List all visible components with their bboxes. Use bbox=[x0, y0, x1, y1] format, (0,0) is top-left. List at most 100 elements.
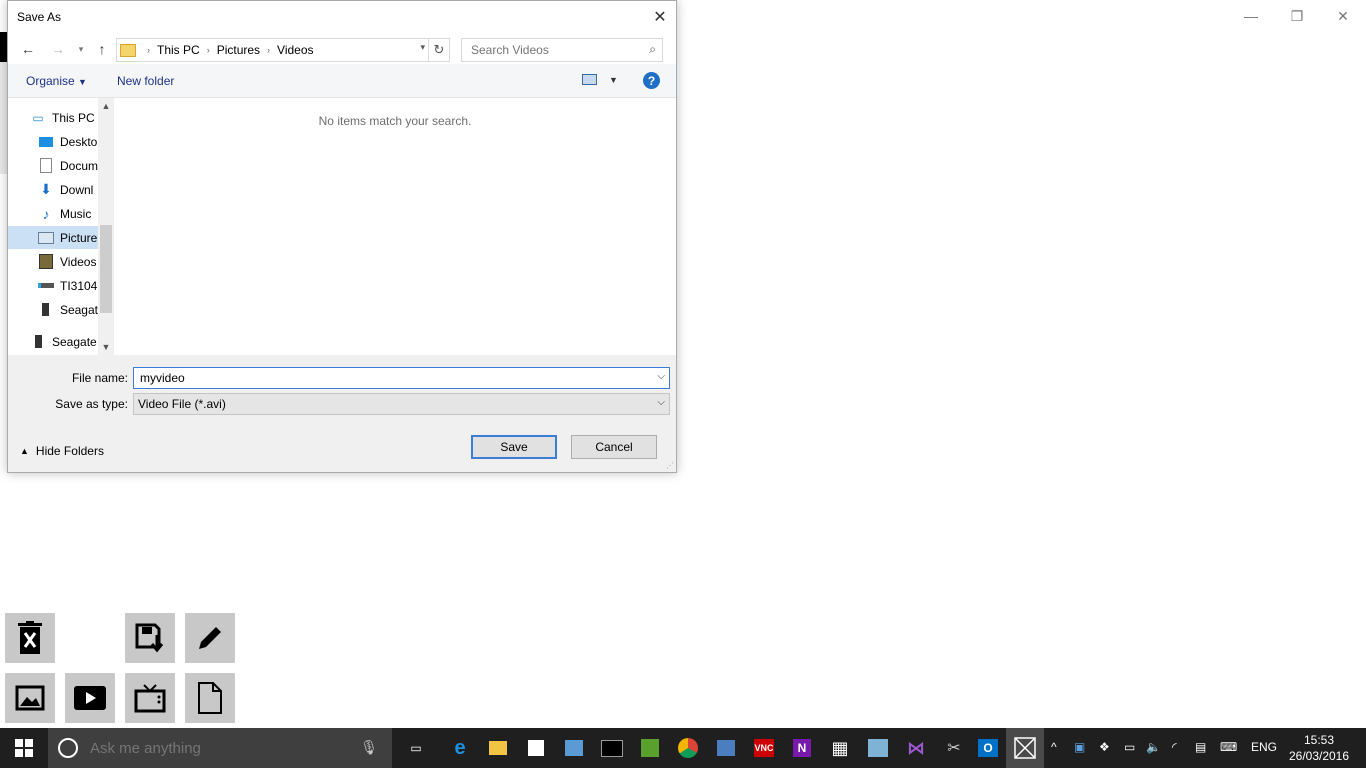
address-dropdown-chevron-icon[interactable]: ▾ bbox=[420, 42, 425, 53]
store-icon[interactable] bbox=[524, 736, 548, 760]
help-icon[interactable]: ? bbox=[643, 72, 660, 89]
nav-item-seagate[interactable]: Seagat bbox=[8, 298, 98, 321]
videos-icon bbox=[38, 254, 54, 269]
nav-item-drive[interactable]: TI3104 bbox=[8, 274, 98, 297]
app-icon[interactable] bbox=[562, 736, 586, 760]
delete-tile[interactable] bbox=[5, 613, 55, 663]
pencil-icon bbox=[199, 627, 221, 649]
keyboard-icon[interactable]: ⌨ bbox=[1220, 740, 1237, 754]
change-view-button[interactable]: ▼ bbox=[582, 74, 618, 85]
breadcrumb-separator-icon: › bbox=[147, 45, 150, 55]
tv-tile[interactable] bbox=[125, 673, 175, 723]
start-button[interactable] bbox=[0, 728, 48, 768]
visual-studio-icon[interactable]: ⋈ bbox=[904, 736, 928, 760]
image-icon bbox=[15, 685, 45, 711]
save-as-type-chevron-icon: ⌵ bbox=[657, 397, 665, 408]
file-name-label: File name: bbox=[71, 371, 128, 385]
file-explorer-icon[interactable] bbox=[486, 736, 510, 760]
save-as-type-label: Save as type: bbox=[55, 397, 128, 411]
file-name-field[interactable]: ⌵ bbox=[133, 367, 670, 389]
volume-icon[interactable]: 🔈 bbox=[1146, 740, 1161, 754]
chart-app-icon[interactable] bbox=[638, 736, 662, 760]
search-icon[interactable]: ⌕ bbox=[649, 42, 656, 57]
back-arrow-icon[interactable]: ← bbox=[18, 39, 38, 59]
building-app-icon[interactable] bbox=[866, 736, 890, 760]
file-name-input[interactable] bbox=[138, 370, 642, 386]
navigation-scrollbar[interactable]: ▲ ▼ bbox=[98, 98, 114, 355]
breadcrumb-this-pc[interactable]: This PC bbox=[157, 43, 200, 57]
task-view-icon[interactable]: ▭ bbox=[404, 736, 428, 760]
breadcrumb-videos[interactable]: Videos bbox=[277, 43, 313, 57]
tools-icon[interactable]: ✂ bbox=[942, 736, 966, 760]
nav-item-label: Picture bbox=[60, 230, 98, 245]
cortana-search-box[interactable]: 🎙 bbox=[48, 728, 392, 768]
breadcrumb-pictures[interactable]: Pictures bbox=[217, 43, 260, 57]
taskbar-search-input[interactable] bbox=[88, 739, 352, 758]
folder-icon bbox=[120, 43, 136, 57]
language-indicator[interactable]: ENG bbox=[1251, 740, 1277, 754]
vnc-icon[interactable]: VNC bbox=[752, 736, 776, 760]
nav-item-documents[interactable]: Docum bbox=[8, 154, 98, 177]
dialog-titlebar: Save As ✕ bbox=[8, 1, 676, 33]
nav-item-seagate-drive[interactable]: Seagate bbox=[8, 330, 98, 353]
calculator-icon[interactable]: ▦ bbox=[828, 736, 852, 760]
onenote-icon[interactable]: N bbox=[790, 736, 814, 760]
action-center-icon[interactable]: ▤ bbox=[1195, 740, 1206, 754]
scroll-up-chevron-icon[interactable]: ▲ bbox=[98, 98, 114, 114]
network-app-icon[interactable] bbox=[714, 736, 738, 760]
save-as-type-select[interactable]: Video File (*.avi) ⌵ bbox=[133, 393, 670, 415]
active-app-taskbar-button[interactable] bbox=[1006, 728, 1044, 768]
forward-arrow-icon[interactable]: → bbox=[48, 39, 68, 59]
nav-item-label: Videos bbox=[60, 254, 97, 269]
nav-item-videos[interactable]: Videos bbox=[8, 250, 98, 273]
nav-item-label: Music bbox=[60, 206, 92, 221]
save-button[interactable]: Save bbox=[471, 435, 557, 459]
microphone-icon[interactable]: 🎙 bbox=[360, 739, 378, 756]
new-folder-button[interactable]: New folder bbox=[117, 74, 174, 88]
outlook-icon[interactable]: O bbox=[976, 736, 1000, 760]
cancel-button[interactable]: Cancel bbox=[571, 435, 657, 459]
battery-icon[interactable]: ▭ bbox=[1124, 740, 1135, 754]
search-input[interactable] bbox=[469, 42, 633, 58]
edit-tile[interactable] bbox=[185, 613, 235, 663]
edge-icon[interactable]: e bbox=[448, 736, 472, 760]
document-tile[interactable] bbox=[185, 673, 235, 723]
nav-item-music[interactable]: ♪ Music bbox=[8, 202, 98, 225]
tray-display-icon[interactable]: ▣ bbox=[1074, 740, 1085, 754]
nav-item-pictures[interactable]: Picture bbox=[8, 226, 98, 249]
nav-item-downloads[interactable]: ⬇ Downl bbox=[8, 178, 98, 201]
play-video-tile[interactable] bbox=[65, 673, 115, 723]
command-prompt-icon[interactable] bbox=[600, 736, 624, 760]
file-name-dropdown-chevron-icon[interactable]: ⌵ bbox=[657, 371, 665, 382]
nav-item-label: Deskto bbox=[60, 134, 98, 149]
external-drive-icon bbox=[38, 303, 54, 317]
nav-item-this-pc[interactable]: ▭ This PC bbox=[8, 106, 98, 129]
up-arrow-icon[interactable]: ↑ bbox=[92, 39, 112, 59]
close-window-button[interactable]: ✕ bbox=[1320, 0, 1366, 32]
nav-item-desktop[interactable]: Deskto bbox=[8, 130, 98, 153]
wifi-icon[interactable]: ◜ bbox=[1172, 740, 1177, 754]
chrome-icon[interactable] bbox=[676, 736, 700, 760]
minimize-button[interactable]: — bbox=[1228, 0, 1274, 32]
search-box[interactable]: ⌕ bbox=[461, 38, 663, 62]
save-download-tile[interactable] bbox=[125, 613, 175, 663]
image-tile[interactable] bbox=[5, 673, 55, 723]
clock[interactable]: 15:53 26/03/2016 bbox=[1284, 732, 1354, 764]
breadcrumb-separator-icon: › bbox=[206, 45, 210, 55]
tray-dropbox-icon[interactable]: ❖ bbox=[1099, 740, 1110, 754]
refresh-icon[interactable]: ↻ bbox=[428, 39, 449, 61]
dialog-close-button[interactable]: ✕ bbox=[644, 1, 676, 33]
downloads-icon: ⬇ bbox=[40, 181, 52, 197]
organise-label: Organise bbox=[26, 74, 75, 88]
resize-grip-icon[interactable]: ⋰ bbox=[666, 461, 674, 470]
scroll-down-chevron-icon[interactable]: ▼ bbox=[98, 339, 114, 355]
restore-button[interactable]: ❐ bbox=[1274, 0, 1320, 32]
hide-folders-button[interactable]: ▲ Hide Folders bbox=[20, 444, 104, 458]
organise-button[interactable]: Organise ▼ bbox=[26, 74, 87, 88]
scrollbar-thumb[interactable] bbox=[100, 225, 112, 313]
clock-date: 26/03/2016 bbox=[1288, 749, 1350, 763]
address-bar[interactable]: › This PC › Pictures › Videos ▾ ↻ bbox=[116, 38, 450, 62]
show-hidden-icons-chevron-icon[interactable]: ^ bbox=[1051, 740, 1057, 754]
recent-locations-chevron-icon[interactable]: ▾ bbox=[71, 39, 91, 59]
file-list-area[interactable]: No items match your search. bbox=[114, 98, 676, 355]
